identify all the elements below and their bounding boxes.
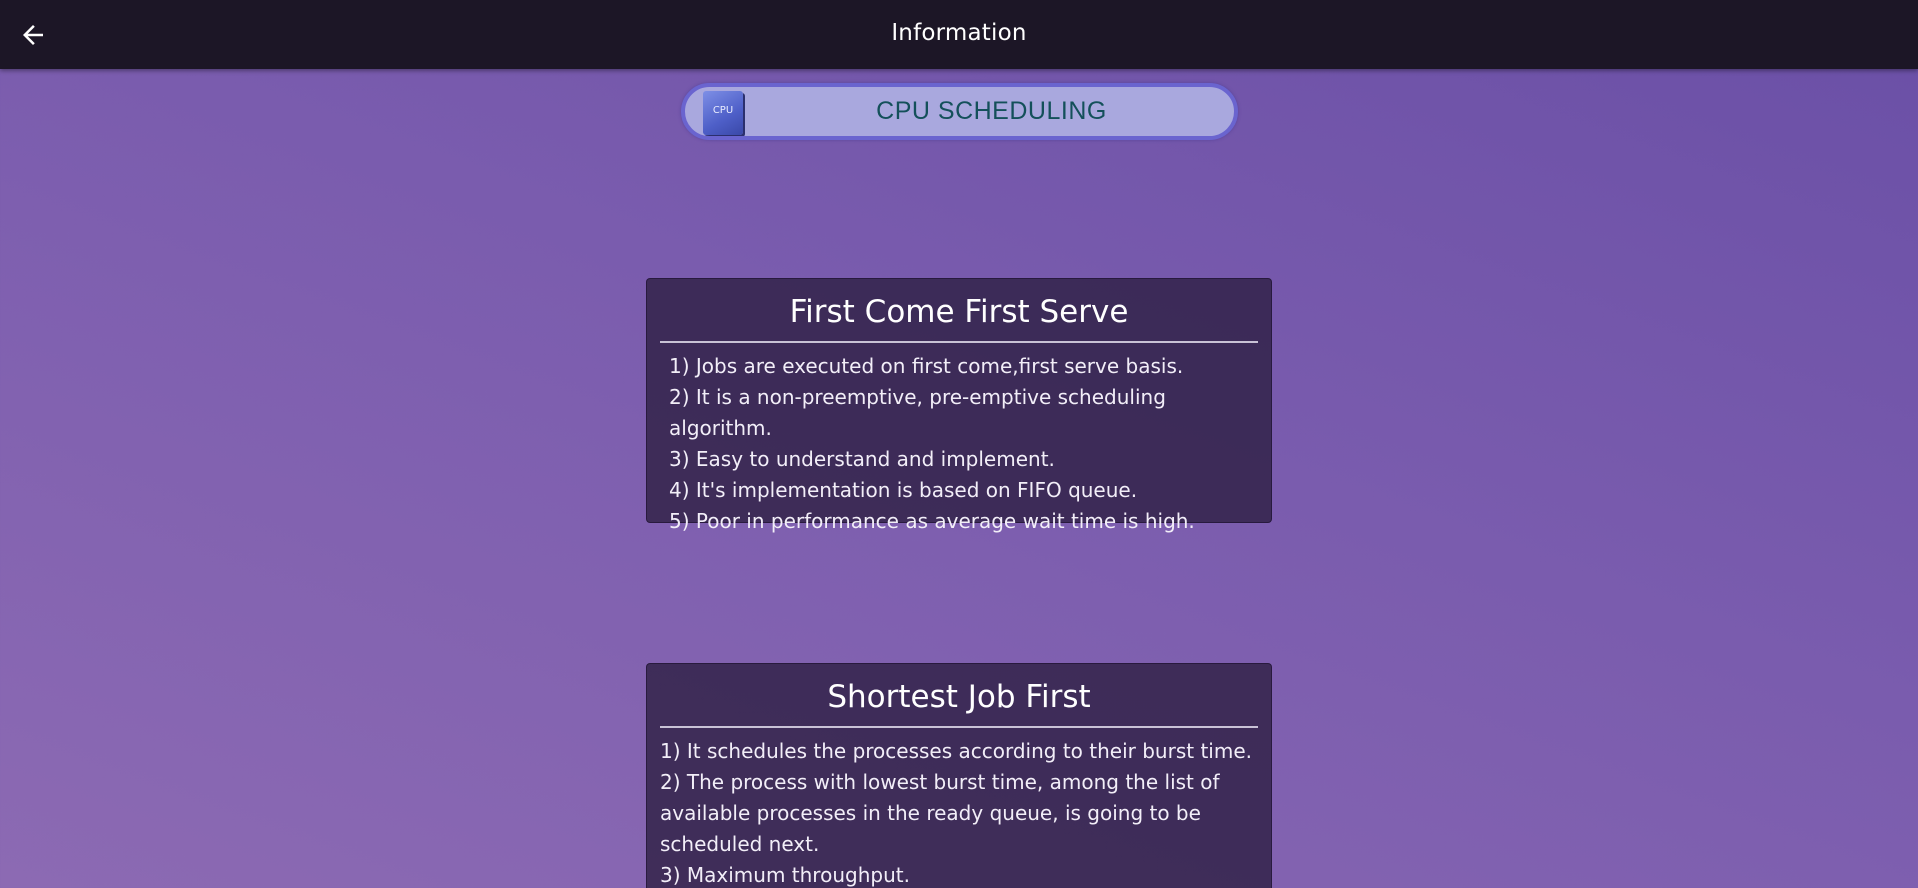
list-item: 1) Jobs are executed on first come,first… [669,354,1184,378]
cpu-chip-icon: CPU [703,91,743,135]
card-title: Shortest Job First [827,679,1091,715]
info-card-fcfs: First Come First Serve 1) Jobs are execu… [646,278,1272,533]
banner-label: CPU SCHEDULING [876,97,1107,125]
list-item: 1) It schedules the processes according … [660,739,1252,763]
cpu-chip-label: CPU [712,105,734,116]
list-item: 2) It is a non-preemptive, pre-emptive s… [669,385,1166,440]
list-item: 3) Maximum throughput. [660,863,910,887]
page-title: Information [891,20,1027,46]
info-card-sjf: Shortest Job First 1) It schedules the p… [646,663,1272,888]
list-item: 3) Easy to understand and implement. [669,447,1055,471]
card-divider [660,341,1258,343]
cpu-scheduling-banner: CPU CPU SCHEDULING [681,83,1238,140]
card-divider [660,726,1258,728]
list-item: 2) The process with lowest burst time, a… [660,770,1220,856]
list-item: 4) It's implementation is based on FIFO … [669,478,1138,502]
list-item: 5) Poor in performance as average wait t… [669,509,1195,533]
card-title: First Come First Serve [789,294,1129,330]
app-bar: Information [0,0,1918,69]
